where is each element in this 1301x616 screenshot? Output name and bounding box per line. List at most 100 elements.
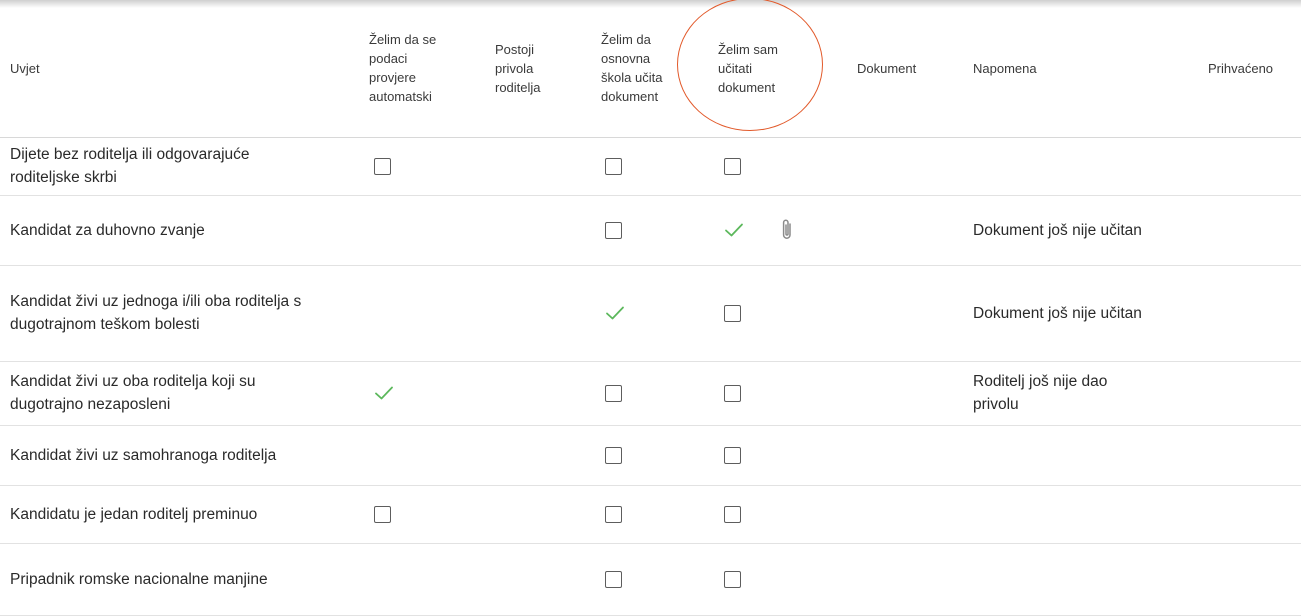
header-self-upload: Želim sam učitati dokument (707, 0, 841, 138)
condition-cell: Pripadnik romske nacionalne manjine (0, 543, 356, 616)
self-upload-cell (707, 425, 841, 486)
school-uploads-checkbox-empty-icon[interactable] (605, 384, 622, 402)
note-cell (961, 543, 1202, 616)
table-row: Kandidat živi uz oba roditelja koji su d… (0, 361, 1301, 426)
note-cell: Roditelj još nije dao privolu (961, 361, 1202, 426)
table-row: Pripadnik romske nacionalne manjine (0, 543, 1301, 616)
parent-consent-cell (484, 265, 589, 362)
document-cell (841, 543, 961, 616)
parent-consent-cell (484, 425, 589, 486)
condition-cell: Kandidat živi uz oba roditelja koji su d… (0, 361, 356, 426)
header-parent-consent: Postoji privola roditelja (484, 0, 589, 138)
self-upload-checkbox-empty-icon[interactable] (724, 570, 741, 588)
note-cell: Dokument još nije učitan (961, 265, 1202, 362)
table-row: Dijete bez roditelja ili odgovarajuće ro… (0, 137, 1301, 196)
condition-text: Kandidat za duhovno zvanje (10, 221, 205, 239)
auto-check-checkbox-empty-icon[interactable] (374, 505, 391, 523)
condition-text: Kandidat živi uz oba roditelja koji su d… (10, 373, 256, 413)
school-uploads-checkbox-empty-icon[interactable] (605, 505, 622, 523)
school-uploads-cell (589, 195, 707, 266)
condition-cell: Kandidat živi uz samohranoga roditelja (0, 425, 356, 486)
auto-check-cell (356, 543, 484, 616)
paperclip-icon[interactable] (780, 218, 794, 242)
header-note: Napomena (961, 0, 1202, 138)
condition-text: Dijete bez roditelja ili odgovarajuće ro… (10, 146, 250, 186)
school-uploads-cell (589, 543, 707, 616)
accepted-cell (1202, 425, 1301, 486)
note-cell: Dokument još nije učitan (961, 195, 1202, 266)
note-text: Dokument još nije učitan (973, 304, 1142, 322)
table-row: Kandidat za duhovno zvanje Dokument još n… (0, 195, 1301, 266)
table-header-row: Uvjet Želim da se podaci provjere automa… (0, 0, 1301, 138)
self-upload-cell (707, 485, 841, 544)
note-cell (961, 485, 1202, 544)
auto-check-cell (356, 265, 484, 362)
self-upload-checkbox-empty-icon[interactable] (724, 446, 741, 464)
school-uploads-checkbox-empty-icon[interactable] (605, 570, 622, 588)
self-upload-cell (707, 543, 841, 616)
school-uploads-cell (589, 485, 707, 544)
note-text: Dokument još nije učitan (973, 221, 1142, 239)
condition-text: Kandidat živi uz jednoga i/ili oba rodit… (10, 293, 302, 333)
self-upload-checkbox-empty-icon[interactable] (724, 505, 741, 523)
auto-check-cell (356, 425, 484, 486)
header-auto-check: Želim da se podaci provjere automatski (356, 0, 484, 138)
header-school-uploads: Želim da osnovna škola učita dokument (589, 0, 707, 138)
auto-check-checkbox-empty-icon[interactable] (374, 157, 391, 175)
document-cell (841, 361, 961, 426)
header-document: Dokument (841, 0, 961, 138)
condition-text: Kandidat živi uz samohranoga roditelja (10, 446, 277, 464)
condition-cell: Kandidatu je jedan roditelj preminuo (0, 485, 356, 544)
table-row: Kandidat živi uz samohranoga roditelja (0, 425, 1301, 486)
school-uploads-cell (589, 265, 707, 362)
document-cell (841, 485, 961, 544)
note-text: Roditelj još nije dao privolu (973, 373, 1108, 413)
condition-cell: Kandidat živi uz jednoga i/ili oba rodit… (0, 265, 356, 362)
note-cell (961, 425, 1202, 486)
parent-consent-cell (484, 137, 589, 196)
document-cell (841, 137, 961, 196)
school-uploads-cell (589, 137, 707, 196)
accepted-cell (1202, 137, 1301, 196)
accepted-cell (1202, 265, 1301, 362)
document-cell (841, 265, 961, 362)
self-upload-cell (707, 265, 841, 362)
self-upload-cell (707, 195, 841, 266)
self-upload-checkbox-empty-icon[interactable] (724, 157, 741, 175)
accepted-cell (1202, 543, 1301, 616)
self-upload-checkmark-icon[interactable] (724, 219, 744, 242)
note-cell (961, 137, 1202, 196)
conditions-table: Uvjet Želim da se podaci provjere automa… (0, 0, 1301, 616)
self-upload-checkbox-empty-icon[interactable] (724, 304, 741, 322)
school-uploads-cell (589, 425, 707, 486)
school-uploads-checkmark-icon[interactable] (605, 305, 625, 322)
accepted-cell (1202, 195, 1301, 266)
parent-consent-cell (484, 195, 589, 266)
condition-cell: Dijete bez roditelja ili odgovarajuće ro… (0, 137, 356, 196)
header-condition: Uvjet (0, 0, 356, 138)
table-row: Kandidatu je jedan roditelj preminuo (0, 485, 1301, 544)
condition-text: Kandidatu je jedan roditelj preminuo (10, 505, 258, 523)
parent-consent-cell (484, 543, 589, 616)
auto-check-cell (356, 137, 484, 196)
condition-text: Pripadnik romske nacionalne manjine (10, 570, 268, 588)
self-upload-checkbox-empty-icon[interactable] (724, 384, 741, 402)
accepted-cell (1202, 361, 1301, 426)
auto-check-cell (356, 195, 484, 266)
self-upload-cell (707, 137, 841, 196)
parent-consent-cell (484, 361, 589, 426)
accepted-cell (1202, 485, 1301, 544)
school-uploads-checkbox-empty-icon[interactable] (605, 446, 622, 464)
school-uploads-cell (589, 361, 707, 426)
school-uploads-checkbox-empty-icon[interactable] (605, 157, 622, 175)
auto-check-cell (356, 485, 484, 544)
document-cell (841, 425, 961, 486)
self-upload-cell (707, 361, 841, 426)
school-uploads-checkbox-empty-icon[interactable] (605, 221, 622, 239)
table-row: Kandidat živi uz jednoga i/ili oba rodit… (0, 265, 1301, 362)
auto-check-cell (356, 361, 484, 426)
parent-consent-cell (484, 485, 589, 544)
condition-cell: Kandidat za duhovno zvanje (0, 195, 356, 266)
header-accepted: Prihvaćeno (1202, 0, 1301, 138)
auto-check-checkmark-icon[interactable] (374, 385, 394, 402)
